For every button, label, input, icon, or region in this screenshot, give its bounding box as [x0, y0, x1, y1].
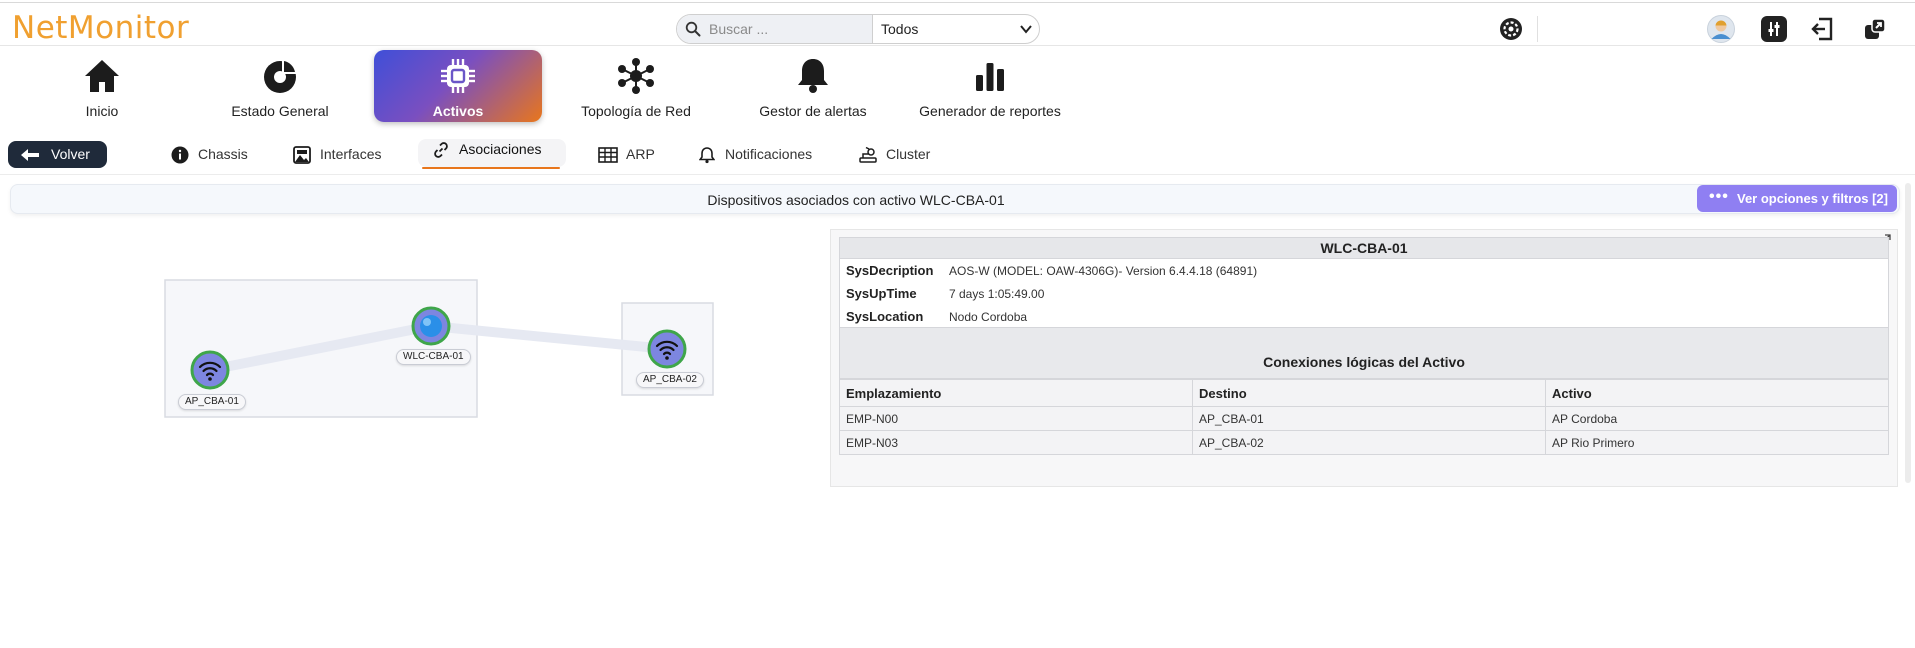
- field-value: AOS-W (MODEL: OAW-4306G)- Version 6.4.4.…: [949, 264, 1258, 278]
- table-cell: EMP-N03: [839, 430, 1193, 455]
- node-ap-cba-02[interactable]: [647, 329, 687, 369]
- table-cell: EMP-N00: [839, 406, 1193, 431]
- asset-details-panel: WLC-CBA-01 SysDecription AOS-W (MODEL: O…: [830, 229, 1898, 487]
- field-value: Nodo Cordoba: [949, 310, 1028, 324]
- search-scope-value: Todos: [881, 21, 919, 37]
- page: NetMonitor Todos: [0, 0, 1915, 648]
- nav-generador-reportes[interactable]: Generador de reportes: [906, 50, 1074, 122]
- subtab-notificaciones-label: Notificaciones: [725, 146, 813, 162]
- subtab-cluster-label: Cluster: [886, 146, 931, 162]
- table-icon: [598, 145, 618, 165]
- table-header-row: Emplazamiento Destino Activo: [839, 379, 1889, 407]
- graph-canvas: [164, 279, 714, 418]
- donut-chart-icon: [260, 56, 300, 96]
- app-logo[interactable]: NetMonitor: [12, 10, 189, 46]
- more-dots-icon: •••: [1709, 188, 1729, 205]
- table-row[interactable]: EMP-N03 AP_CBA-02 AP Rio Primero: [839, 430, 1889, 455]
- nav-generador-reportes-label: Generador de reportes: [919, 103, 1061, 119]
- link-icon: [431, 140, 451, 160]
- nav-inicio[interactable]: Inicio: [18, 50, 186, 122]
- logout-icon: [1811, 17, 1833, 41]
- settings-button[interactable]: [1498, 16, 1524, 42]
- table-cell: AP_CBA-01: [1192, 406, 1546, 431]
- subtab-arp-label: ARP: [626, 146, 655, 162]
- active-subtab-underline: [422, 167, 560, 169]
- search-icon: [685, 21, 701, 37]
- table-cell: AP_CBA-02: [1192, 430, 1546, 455]
- connections-header: Conexiones lógicas del Activo: [839, 327, 1889, 379]
- subtab-divider: [0, 174, 1915, 175]
- page-title: Dispositivos asociados con activo WLC-CB…: [707, 192, 1005, 208]
- field-key: SysUpTime: [846, 286, 917, 301]
- node-wlc-cba-01-label[interactable]: WLC-CBA-01: [396, 349, 471, 365]
- nav-gestor-alertas[interactable]: Gestor de alertas: [729, 50, 897, 122]
- nav-topologia[interactable]: Topología de Red: [552, 50, 720, 122]
- bell-icon: [793, 56, 833, 96]
- top-bar: NetMonitor Todos: [0, 4, 1915, 46]
- nav-estado-general[interactable]: Estado General: [196, 50, 364, 122]
- logout-button[interactable]: [1809, 16, 1835, 42]
- table-row[interactable]: EMP-N00 AP_CBA-01 AP Cordoba: [839, 406, 1889, 431]
- view-options-filters-button[interactable]: ••• Ver opciones y filtros [2]: [1697, 185, 1897, 212]
- node-ap-cba-01[interactable]: [190, 350, 230, 390]
- controller-node-icon: [420, 315, 442, 337]
- network-icon: [616, 56, 656, 96]
- field-value: 7 days 1:05:49.00: [949, 287, 1045, 301]
- info-icon: [170, 145, 190, 165]
- subtab-asociaciones-label: Asociaciones: [459, 141, 542, 157]
- field-row-sysuptime: SysUpTime 7 days 1:05:49.00: [839, 282, 1889, 305]
- node-ap-cba-02-label[interactable]: AP_CBA-02: [636, 372, 704, 388]
- table-cell: AP Cordoba: [1545, 406, 1889, 431]
- subtab-interfaces-label: Interfaces: [320, 146, 382, 162]
- top-bar-divider: [1537, 16, 1538, 42]
- search-bar: Todos: [676, 14, 1040, 44]
- column-header-destino[interactable]: Destino: [1192, 379, 1546, 407]
- field-key: SysDecription: [846, 263, 934, 278]
- bar-chart-icon: [970, 56, 1010, 96]
- home-icon: [82, 56, 122, 96]
- column-header-activo[interactable]: Activo: [1545, 379, 1889, 407]
- column-header-emplazamiento[interactable]: Emplazamiento: [839, 379, 1193, 407]
- connections-title: Conexiones lógicas del Activo: [1263, 354, 1465, 370]
- nav-gestor-alertas-label: Gestor de alertas: [759, 103, 867, 119]
- gear-icon: [1500, 18, 1522, 40]
- connections-table: Emplazamiento Destino Activo EMP-N00 AP_…: [839, 379, 1889, 455]
- back-button-label: Volver: [51, 146, 90, 162]
- page-title-bar: Dispositivos asociados con activo WLC-CB…: [10, 184, 1900, 214]
- subtab-chassis-label: Chassis: [198, 146, 248, 162]
- cluster-icon: [858, 145, 878, 165]
- table-cell: AP Rio Primero: [1545, 430, 1889, 455]
- search-input[interactable]: [709, 19, 864, 39]
- sliders-icon: [1768, 22, 1780, 36]
- field-key: SysLocation: [846, 309, 924, 324]
- bell-outline-icon: [697, 145, 717, 165]
- user-avatar-button[interactable]: [1707, 15, 1735, 43]
- settings-sliders-button[interactable]: [1761, 16, 1787, 42]
- arrow-left-icon: [21, 149, 39, 161]
- node-ap-cba-01-label[interactable]: AP_CBA-01: [178, 394, 246, 410]
- scrollbar[interactable]: [1905, 183, 1911, 483]
- image-icon: [292, 145, 312, 165]
- chip-icon: [438, 56, 478, 96]
- external-window-icon: [1865, 18, 1886, 39]
- top-border: [0, 2, 1915, 3]
- panel-title: WLC-CBA-01: [839, 237, 1889, 259]
- search-scope-select[interactable]: Todos: [873, 15, 1039, 43]
- view-options-filters-label: Ver opciones y filtros [2]: [1737, 191, 1888, 206]
- external-window-button[interactable]: [1862, 16, 1888, 42]
- nav-activos[interactable]: Activos: [374, 50, 542, 122]
- field-row-syslocation: SysLocation Nodo Cordoba: [839, 305, 1889, 327]
- back-button[interactable]: Volver: [8, 141, 107, 168]
- nav-estado-general-label: Estado General: [231, 103, 329, 119]
- field-row-sysdescription: SysDecription AOS-W (MODEL: OAW-4306G)- …: [839, 259, 1889, 282]
- search-field-wrapper: [677, 15, 873, 43]
- user-avatar-icon: [1707, 15, 1735, 43]
- node-wlc-cba-01[interactable]: [411, 306, 451, 346]
- nav-inicio-label: Inicio: [85, 103, 119, 119]
- nav-activos-label: Activos: [432, 103, 484, 119]
- nav-topologia-label: Topología de Red: [581, 103, 691, 119]
- association-graph: AP_CBA-01 WLC-CBA-01 AP_CBA-02: [0, 220, 820, 520]
- chevron-down-icon: [1020, 25, 1032, 34]
